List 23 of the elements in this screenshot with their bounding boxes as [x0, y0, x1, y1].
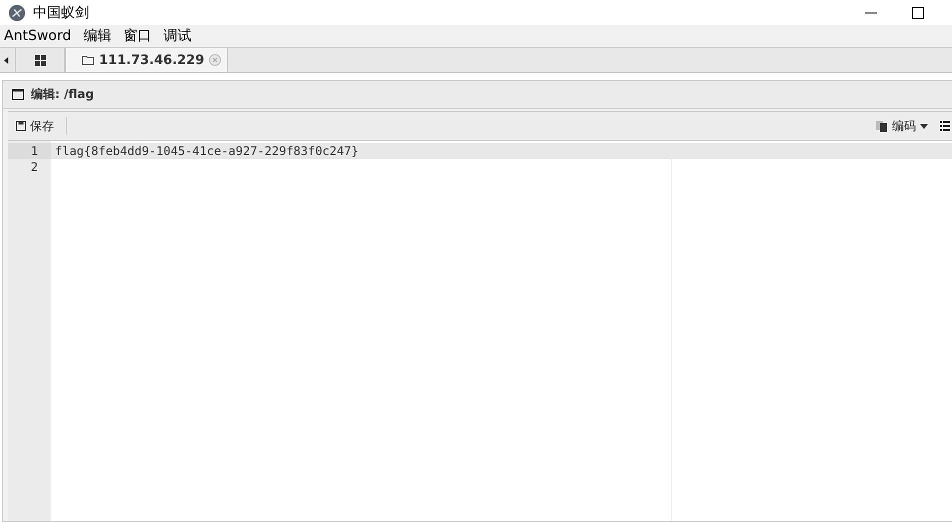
app-logo-icon	[8, 4, 26, 22]
line-number: 1	[8, 143, 51, 159]
home-tab[interactable]	[15, 48, 65, 72]
tab-label: 111.73.46.229	[99, 52, 204, 68]
list-icon[interactable]	[940, 121, 950, 131]
code-line: flag{8feb4dd9-1045-41ce-a927-229f83f0c247}	[55, 144, 358, 158]
menu-item[interactable]: AntSword	[4, 28, 72, 44]
grid-icon	[34, 54, 46, 66]
menu-item[interactable]: 窗口	[123, 27, 152, 45]
window-title: 中国蚁剑	[33, 4, 89, 22]
menu-item[interactable]: 编辑	[83, 27, 112, 45]
maximize-icon[interactable]	[912, 6, 924, 18]
line-number: 2	[30, 159, 39, 175]
panel-title: 编辑: /flag	[31, 86, 94, 103]
window-icon	[12, 89, 24, 100]
folder-icon	[82, 55, 94, 65]
save-icon	[16, 121, 26, 131]
encoding-button[interactable]: 编码	[868, 118, 936, 134]
menu-item[interactable]: 调试	[163, 27, 192, 45]
save-button[interactable]: 保存	[8, 118, 62, 134]
host-tab[interactable]: 111.73.46.229	[65, 48, 228, 72]
scroll-left-icon[interactable]	[4, 56, 9, 64]
caret-icon	[920, 124, 928, 128]
